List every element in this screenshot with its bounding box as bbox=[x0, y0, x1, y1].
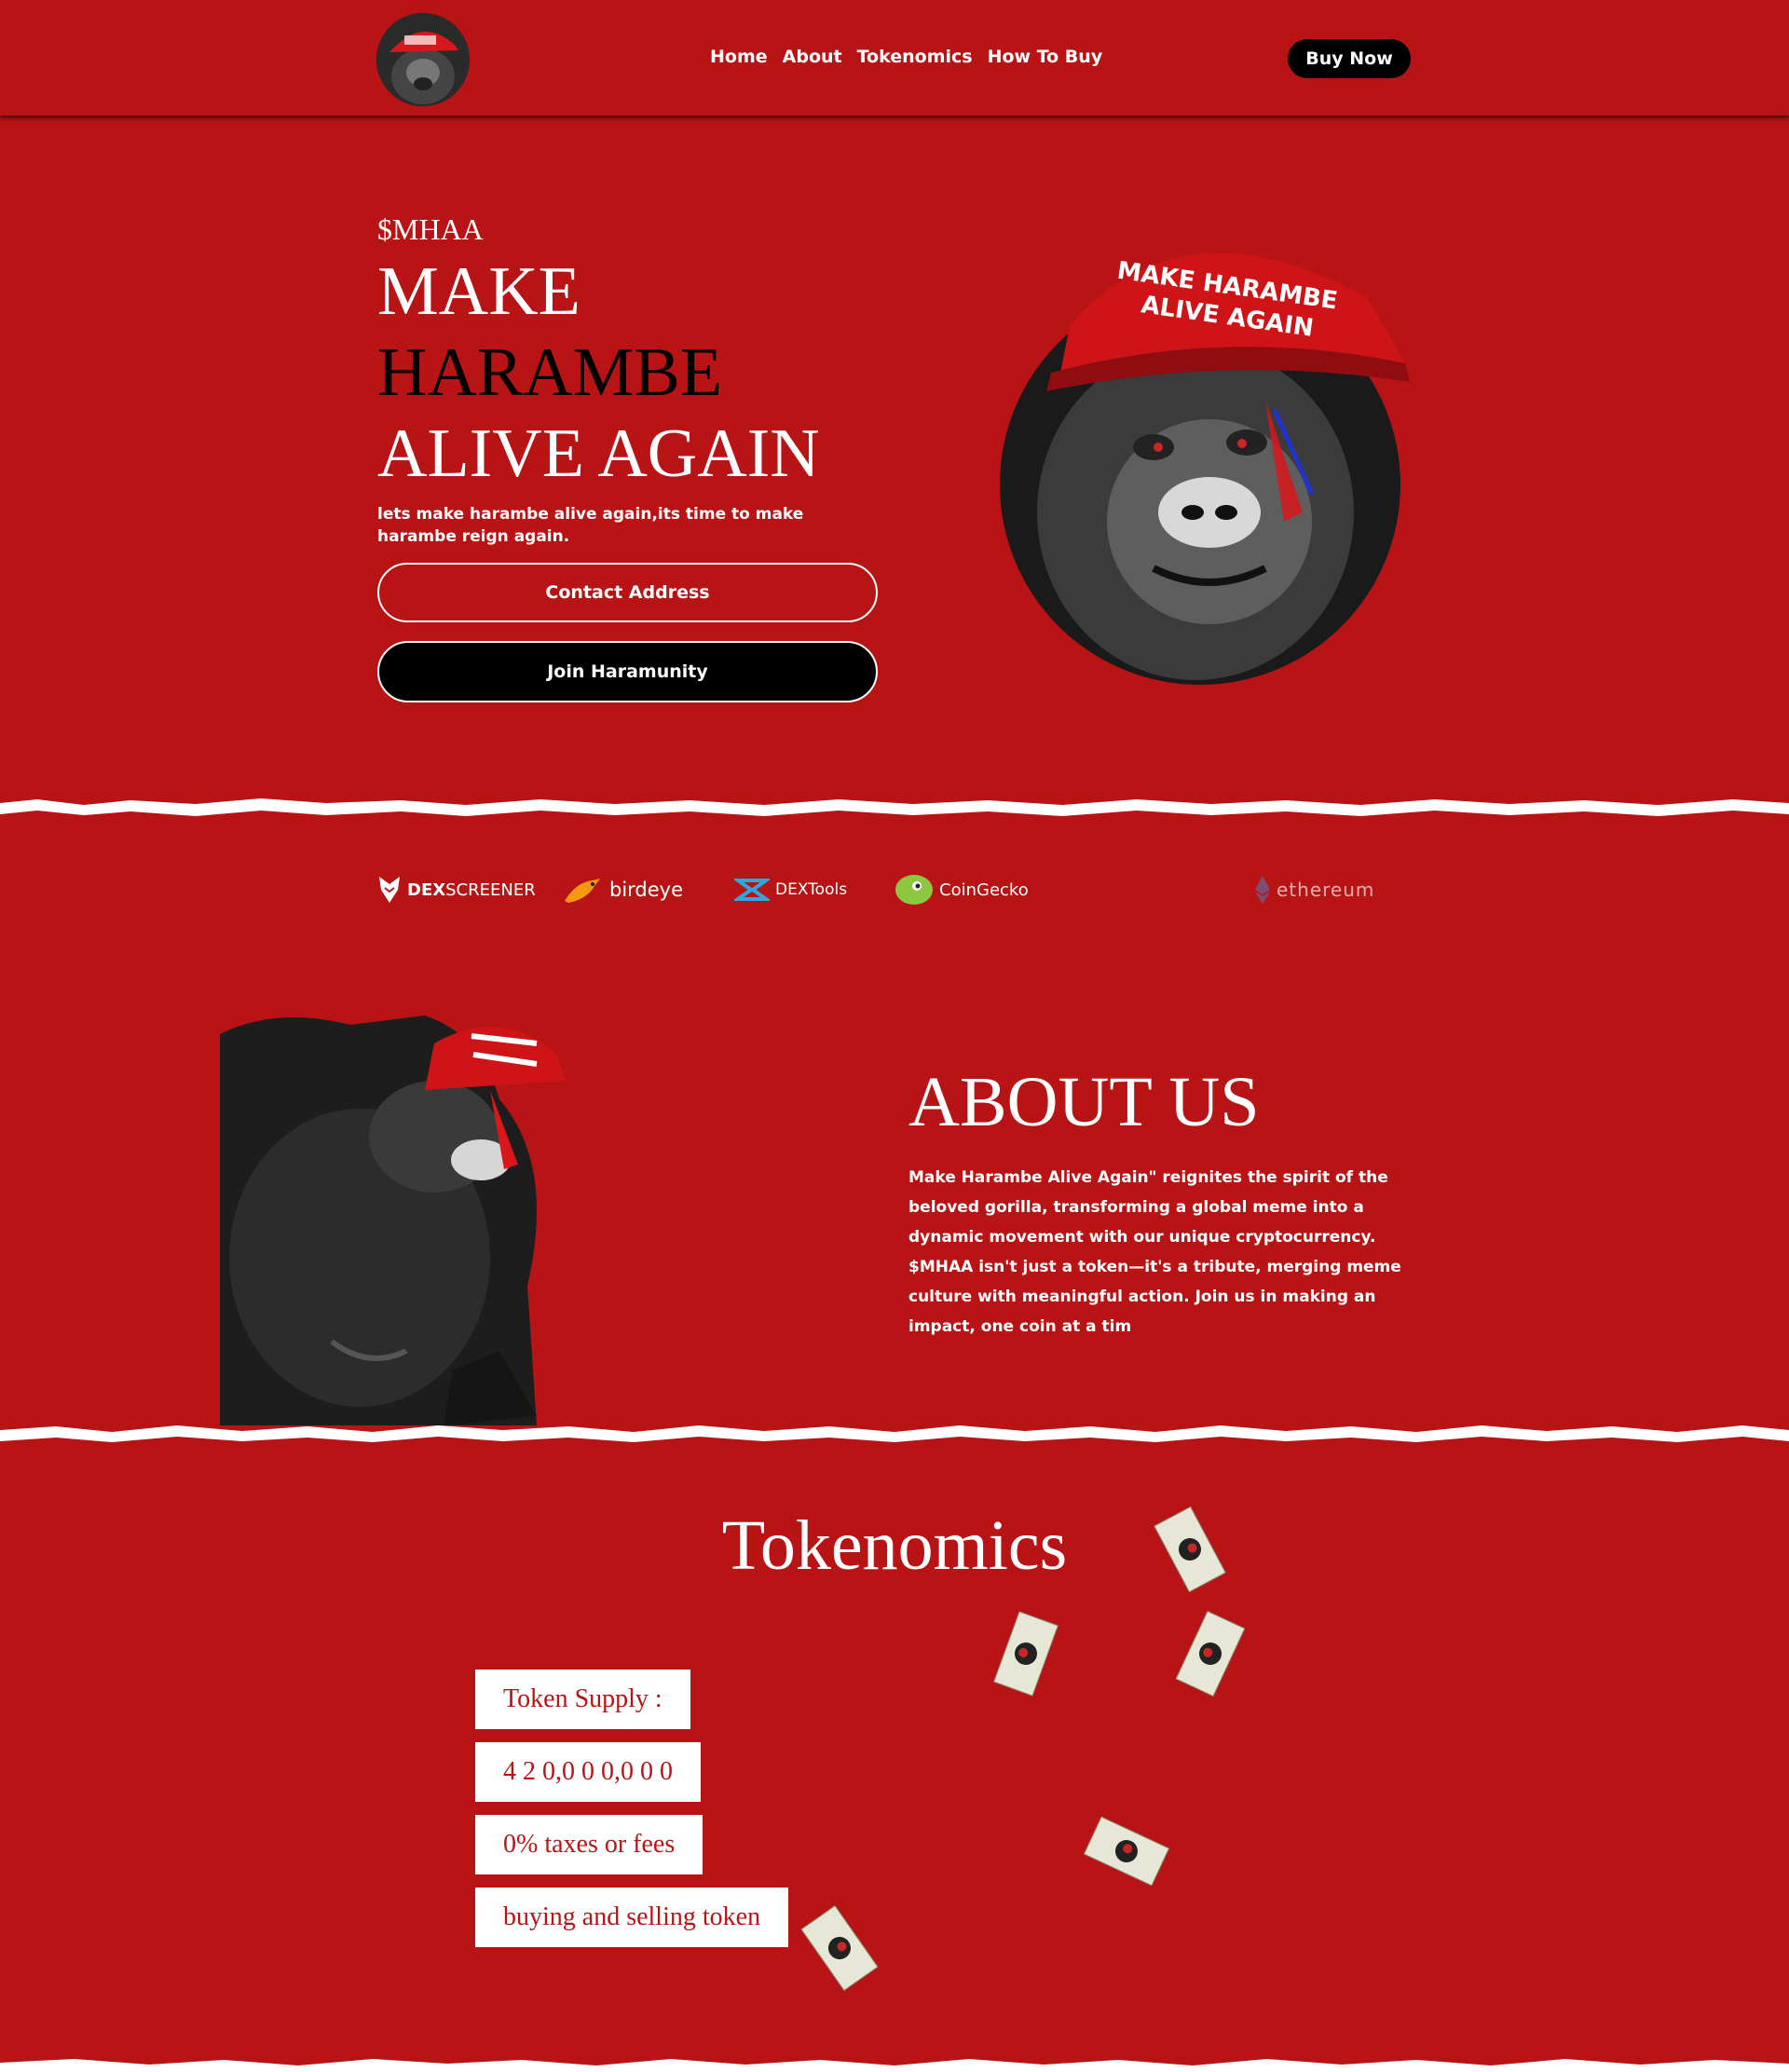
coingecko-label: CoinGecko bbox=[939, 879, 1029, 900]
hero-title-line-2: HARAMBE bbox=[377, 334, 723, 411]
about-text: Make Harambe Alive Again" reignites the … bbox=[908, 1168, 1401, 1336]
dollar-bill-icon bbox=[1175, 1610, 1246, 1697]
ethereum-icon bbox=[1255, 876, 1270, 904]
coingecko-logo[interactable]: CoinGecko bbox=[894, 866, 1029, 913]
nav-how-to-buy[interactable]: How To Buy bbox=[988, 47, 1103, 67]
hero-title-line-3: ALIVE AGAIN bbox=[377, 416, 820, 492]
gorilla-logo[interactable] bbox=[376, 13, 470, 106]
dollar-bill-icon bbox=[993, 1611, 1058, 1697]
dextools-icon bbox=[734, 879, 770, 901]
hero-gorilla-image: MAKE HARAMBE ALIVE AGAIN bbox=[995, 214, 1424, 689]
about-title: ABOUT US bbox=[908, 1063, 1260, 1141]
hero-subtitle: lets make harambe alive again,its time t… bbox=[377, 505, 804, 546]
birdeye-logo[interactable]: birdeye bbox=[563, 866, 683, 913]
top-nav: Home About Tokenomics How To Buy Buy Now bbox=[0, 0, 1789, 116]
birdeye-label: birdeye bbox=[609, 879, 684, 901]
token-supply-value: 4 2 0,0 0 0,0 0 0 bbox=[475, 1742, 701, 1802]
token-ticker: $MHAA bbox=[377, 212, 484, 246]
nav-home[interactable]: Home bbox=[710, 47, 768, 67]
partner-logos: DEX SCREENER birdeye DEXTools CoinGecko e… bbox=[0, 866, 1789, 913]
hero-title-line-1: MAKE bbox=[377, 253, 580, 330]
join-haramunity-button[interactable]: Join Haramunity bbox=[377, 641, 878, 702]
buy-now-button[interactable]: Buy Now bbox=[1288, 39, 1411, 78]
ethereum-logo[interactable]: ethereum bbox=[1254, 866, 1374, 913]
nav-about[interactable]: About bbox=[783, 47, 842, 67]
dollar-bill-icon bbox=[800, 1904, 879, 1992]
nav-tokenomics[interactable]: Tokenomics bbox=[857, 47, 973, 67]
token-supply-label: Token Supply : bbox=[475, 1670, 690, 1729]
taxes-info: 0% taxes or fees bbox=[475, 1815, 703, 1874]
dextools-label: DEXTools bbox=[775, 880, 848, 899]
dexscreener-icon bbox=[379, 877, 400, 903]
about-gorilla-image bbox=[220, 978, 667, 1425]
birdeye-icon bbox=[565, 879, 600, 903]
torn-divider bbox=[0, 798, 1789, 816]
dexscreener-label: SCREENER bbox=[445, 879, 536, 900]
coingecko-icon bbox=[895, 875, 933, 905]
dexscreener-label-bold: DEX bbox=[407, 879, 446, 900]
torn-divider bbox=[0, 2059, 1789, 2072]
contact-address-button[interactable]: Contact Address bbox=[377, 563, 878, 622]
ethereum-label: ethereum bbox=[1277, 879, 1375, 901]
nav-links: Home About Tokenomics How To Buy bbox=[710, 47, 1102, 67]
torn-divider bbox=[0, 1425, 1789, 1442]
buy-sell-info: buying and selling token bbox=[475, 1888, 789, 1947]
dexscreener-logo[interactable]: DEX SCREENER bbox=[377, 866, 536, 913]
dollar-bill-icon bbox=[1083, 1816, 1170, 1887]
dextools-logo[interactable]: DEXTools bbox=[734, 866, 847, 913]
tokenomics-title: Tokenomics bbox=[721, 1506, 1068, 1585]
hero-title: MAKE HARAMBE ALIVE AGAIN bbox=[377, 252, 820, 495]
